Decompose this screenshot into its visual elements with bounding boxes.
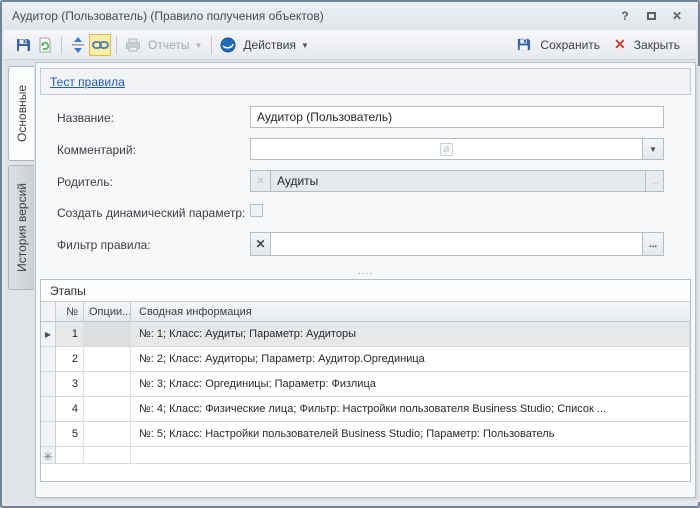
test-rule-box: Тест правила [40, 68, 691, 95]
dialog-window: Аудитор (Пользователь) (Правило получени… [0, 0, 700, 508]
cell-options [84, 347, 131, 371]
table-row[interactable]: ▶ 1 №: 1; Класс: Аудиты; Параметр: Аудит… [41, 322, 690, 347]
table-row[interactable]: 3 №: 3; Класс: Оргединицы; Параметр: Физ… [41, 372, 690, 397]
comment-label: Комментарий: [57, 143, 136, 157]
actions-button-icon-wrap[interactable] [217, 34, 239, 56]
link-icon [92, 39, 109, 51]
save-commit-label: Сохранить [540, 38, 600, 52]
refresh-document-icon [37, 37, 53, 53]
vertical-split-button[interactable] [67, 34, 89, 56]
print-icon [125, 38, 141, 52]
filter-clear-button[interactable]: ✕ [250, 232, 271, 256]
header-num[interactable]: № [56, 302, 84, 321]
refresh-document-button[interactable] [34, 34, 56, 56]
reports-dropdown-icon[interactable]: ▼ [194, 41, 202, 50]
header-selector-cell [41, 302, 56, 321]
header-summary[interactable]: Сводная информация [131, 302, 690, 321]
help-icon: ? [621, 9, 628, 23]
actions-button[interactable]: Действия [243, 38, 296, 52]
toolbar-separator [211, 36, 212, 54]
chevron-down-icon: ▼ [649, 145, 657, 154]
cell-num: 4 [56, 397, 84, 421]
current-row-arrow-icon: ▶ [45, 330, 51, 339]
link-toggle-button[interactable] [89, 34, 111, 56]
cell-options [84, 322, 131, 346]
cell-summary: №: 1; Класс: Аудиты; Параметр: Аудиторы [131, 322, 690, 346]
filter-more-button[interactable]: ... [642, 232, 664, 256]
side-tab-strip: Основные История версий [4, 60, 35, 504]
save-commit-button[interactable]: Сохранить [510, 35, 608, 54]
help-button[interactable]: ? [614, 7, 636, 25]
name-input[interactable]: Аудитор (Пользователь) [250, 106, 664, 128]
table-row[interactable]: 2 №: 2; Класс: Аудиторы; Параметр: Аудит… [41, 347, 690, 372]
cell-summary: №: 5; Класс: Настройки пользователей Bus… [131, 422, 690, 446]
dynamic-param-label: Создать динамический параметр: [57, 206, 245, 220]
tab-osnovnye[interactable]: Основные [8, 66, 34, 161]
toolbar-separator [116, 36, 117, 54]
save-icon [516, 37, 531, 52]
parent-clear-button: ✕ [250, 170, 271, 192]
ellipsis-icon: ... [650, 176, 658, 187]
print-button[interactable] [122, 34, 144, 56]
tab-istoriya-versiy[interactable]: История версий [8, 165, 34, 290]
cell-options [84, 422, 131, 446]
header-options[interactable]: Опции... [84, 302, 131, 321]
table-new-row[interactable]: ✳ [41, 447, 690, 464]
maximize-button[interactable] [640, 7, 662, 25]
cell-summary: №: 3; Класс: Оргединицы; Параметр: Физли… [131, 372, 690, 396]
grid-header-row: № Опции... Сводная информация [41, 302, 690, 322]
name-value: Аудитор (Пользователь) [257, 110, 392, 124]
parent-label: Родитель: [57, 175, 113, 189]
close-dialog-button[interactable]: ✕ Закрыть [608, 34, 688, 55]
close-dialog-label: Закрыть [634, 38, 680, 52]
comment-watermark-icon: a [440, 143, 454, 156]
close-icon: ✕ [672, 9, 682, 23]
dynamic-param-checkbox[interactable] [250, 204, 263, 217]
cell-summary: №: 2; Класс: Аудиторы; Параметр: Аудитор… [131, 347, 690, 371]
filter-input[interactable] [270, 232, 643, 256]
save-button[interactable] [12, 34, 34, 56]
close-window-button[interactable]: ✕ [666, 7, 688, 25]
actions-dropdown-icon[interactable]: ▼ [301, 41, 309, 50]
toolbar-separator [61, 36, 62, 54]
cell-num: 1 [56, 322, 84, 346]
comment-input[interactable]: a [250, 138, 643, 160]
maximize-icon [647, 12, 656, 20]
reports-button[interactable]: Отчеты [148, 38, 189, 52]
vertical-split-icon [71, 37, 85, 53]
parent-field: Аудиты [270, 170, 646, 192]
clear-x-icon: ✕ [255, 237, 265, 251]
parent-more-button: ... [645, 170, 664, 192]
filter-label: Фильтр правила: [57, 238, 151, 252]
table-row[interactable]: 5 №: 5; Класс: Настройки пользователей B… [41, 422, 690, 447]
save-icon [15, 37, 31, 53]
comment-dropdown-button[interactable]: ▼ [642, 138, 664, 160]
parent-value: Аудиты [277, 174, 318, 188]
cell-num: 5 [56, 422, 84, 446]
toolbar: Отчеты ▼ Действия ▼ Сохранить [4, 30, 696, 60]
test-rule-link[interactable]: Тест правила [50, 75, 125, 89]
ellipsis-icon: ... [649, 239, 657, 250]
cell-num: 2 [56, 347, 84, 371]
tab-osnovnye-label: Основные [15, 85, 29, 142]
form-panel: Тест правила Название: Аудитор (Пользова… [35, 62, 696, 498]
title-bar: Аудитор (Пользователь) (Правило получени… [2, 2, 698, 30]
cell-options [84, 397, 131, 421]
cell-summary: №: 4; Класс: Физические лица; Фильтр: На… [131, 397, 690, 421]
splitter-handle[interactable]: .... [36, 266, 695, 277]
cell-num: 3 [56, 372, 84, 396]
actions-globe-icon [220, 37, 236, 53]
toolbar-right-group: Сохранить ✕ Закрыть [510, 34, 688, 55]
cell-options [84, 372, 131, 396]
clear-x-icon: ✕ [256, 176, 264, 187]
grid-caption: Этапы [41, 280, 690, 302]
table-row[interactable]: 4 №: 4; Класс: Физические лица; Фильтр: … [41, 397, 690, 422]
name-label: Название: [57, 111, 114, 125]
close-red-x-icon: ✕ [614, 36, 626, 53]
new-row-asterisk-icon: ✳ [43, 453, 54, 461]
tab-istoriya-versiy-label: История версий [15, 183, 29, 272]
window-title: Аудитор (Пользователь) (Правило получени… [12, 9, 610, 23]
stages-grid: Этапы № Опции... Сводная информация ▶ 1 … [40, 279, 691, 482]
